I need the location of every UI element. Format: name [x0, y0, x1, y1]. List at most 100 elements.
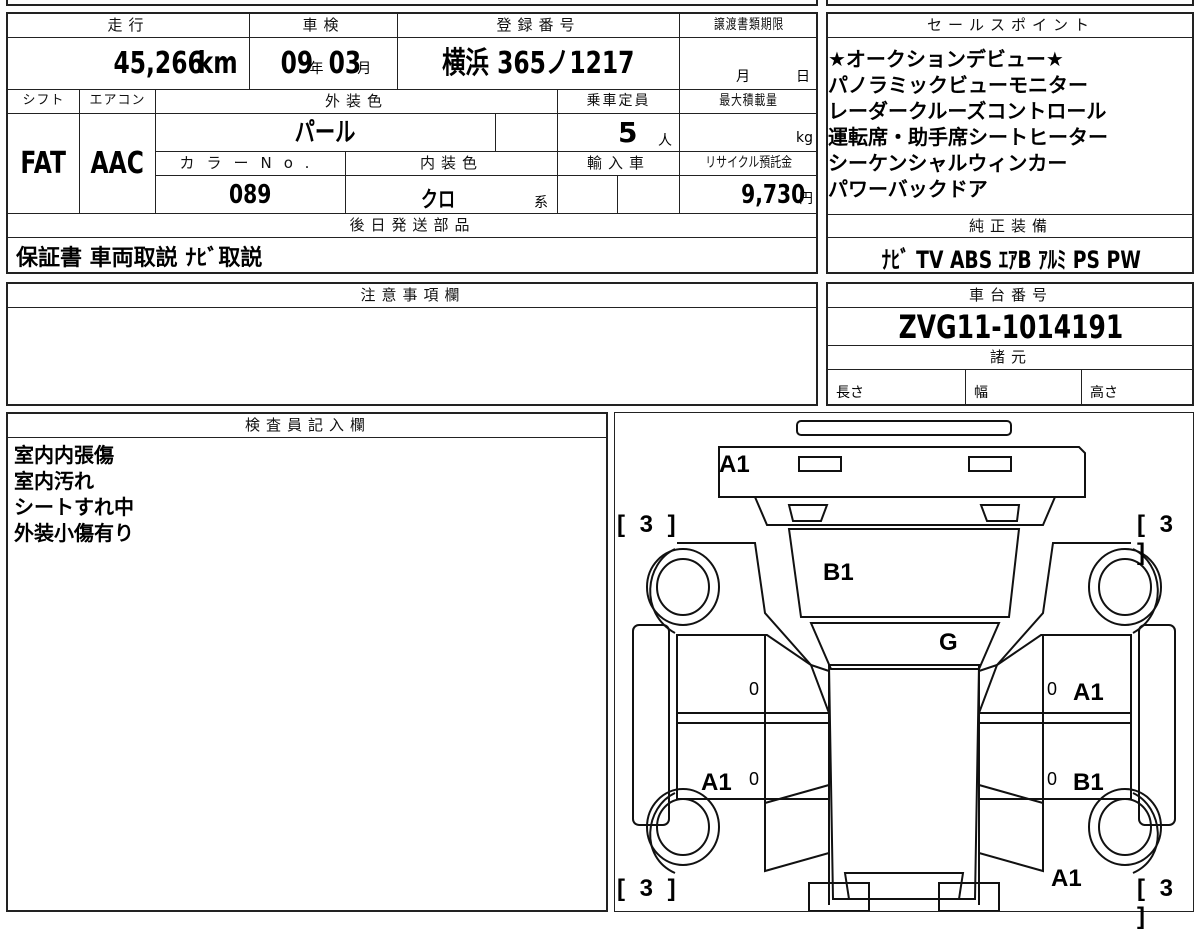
- import-header: 輸入車: [558, 152, 680, 176]
- mileage-unit: km: [197, 46, 238, 81]
- mark-right-front-door: A1: [1073, 679, 1104, 706]
- capacity-unit: 人: [658, 133, 672, 149]
- recycle-value: 9,730: [740, 180, 805, 210]
- recycle-header: リサイクル預託金: [680, 152, 818, 176]
- max-load-cell: kg: [680, 114, 818, 152]
- mark-left-rear-door: A1: [701, 769, 732, 796]
- sales-points-list: ★オークションデビュー★ パノラミックビューモニター レーダークルーズコントロー…: [828, 46, 1194, 202]
- interior-color-cell: クロ 系: [346, 176, 558, 214]
- later-parts-cell: 保証書 車両取説 ﾅﾋﾞ取説: [16, 240, 262, 272]
- tire-fr-rating: [ 3 ]: [1137, 511, 1178, 566]
- top-partial-row: [6, 0, 818, 6]
- tire-rl-rating: [ 3 ]: [617, 875, 680, 902]
- inspection-cell: 09年 03月: [250, 38, 398, 90]
- deadline-day: 日: [796, 69, 810, 85]
- later-parts-header: 後日発送部品: [8, 214, 818, 238]
- spec-width-label: 幅: [974, 385, 988, 401]
- deadline-cell: 月 日: [680, 38, 818, 90]
- registration-value: 横浜 365ノ1217: [442, 46, 635, 81]
- chassis-cell: ZVG11-1014191: [828, 308, 1194, 346]
- inspector-note: 室内汚れ: [14, 469, 94, 493]
- interior-color-suffix: 系: [534, 195, 548, 211]
- mileage-header: 走行: [8, 14, 250, 38]
- inspection-year: 09: [280, 46, 313, 81]
- mileage-cell: 45,266km: [8, 38, 250, 90]
- sales-point-item: ★オークションデビュー★: [828, 47, 1064, 71]
- zero-left-front: 0: [749, 679, 760, 699]
- mileage-value: 45,266: [113, 46, 204, 81]
- inspection-header: 車検: [250, 14, 398, 38]
- inspector-note: シートすれ中: [14, 495, 134, 519]
- inspector-note: 外装小傷有り: [14, 521, 134, 545]
- interior-color-value: クロ: [420, 188, 456, 213]
- max-load-header: 最大積載量: [680, 90, 818, 114]
- zero-right-rear: 0: [1047, 769, 1058, 789]
- inspection-month: 03: [328, 46, 361, 81]
- sales-point-item: パノラミックビューモニター: [828, 73, 1088, 97]
- deadline-month: 月: [736, 69, 750, 85]
- color-no-value: 089: [229, 180, 272, 210]
- shift-cell: FAT: [8, 114, 80, 214]
- spec-width-cell: 幅: [966, 370, 1082, 406]
- color-no-cell: 089: [156, 176, 346, 214]
- sales-points-header: セールスポイント: [828, 14, 1194, 38]
- zero-right-front: 0: [1047, 679, 1058, 699]
- mark-rear: A1: [1051, 865, 1082, 892]
- vehicle-info-table: 走行 車検 登録番号 譲渡書類期限 45,266km 09年 03月 横浜 365…: [6, 12, 818, 274]
- sales-point-item: シーケンシャルウィンカー: [828, 151, 1068, 175]
- car-outline-diagram: [632, 420, 1176, 911]
- mark-right-rear-door: B1: [1073, 769, 1104, 796]
- tire-rr-rating: [ 3 ]: [1137, 875, 1178, 930]
- exterior-color-value: パール: [295, 118, 356, 148]
- aircon-value: AAC: [90, 146, 145, 181]
- sales-point-item: パワーバックドア: [828, 177, 988, 201]
- mark-hood: B1: [823, 559, 854, 586]
- tire-fl-rating: [ 3 ]: [617, 511, 680, 538]
- top-partial-row-right: [826, 0, 1194, 6]
- import-cell-b: [618, 176, 680, 214]
- spec-length-cell: 長さ: [828, 370, 966, 406]
- capacity-value: 5: [618, 116, 638, 149]
- recycle-cell: 9,730円: [680, 176, 818, 214]
- aircon-cell: AAC: [80, 114, 156, 214]
- later-parts-value: 保証書 車両取説 ﾅﾋﾞ取説: [16, 246, 263, 271]
- car-diagram-box: A1 B1 G A1 A1 B1 A1 0 0 0 0 [ 3 ] [ 3 ] …: [614, 412, 1194, 930]
- interior-color-header: 内装色: [346, 152, 558, 176]
- sales-points-box: セールスポイント ★オークションデビュー★ パノラミックビューモニター レーダー…: [826, 12, 1194, 274]
- inspector-header: 検査員記入欄: [8, 414, 608, 438]
- registration-cell: 横浜 365ノ1217: [398, 38, 680, 90]
- inspector-box: 検査員記入欄 室内内張傷 室内汚れ シートすれ中 外装小傷有り: [6, 412, 608, 912]
- exterior-color-header: 外装色: [156, 90, 558, 114]
- inspector-note: 室内内張傷: [14, 443, 114, 467]
- spec-height-label: 高さ: [1090, 385, 1118, 401]
- capacity-header: 乗車定員: [558, 90, 680, 114]
- chassis-header: 車台番号: [828, 284, 1194, 308]
- specs-header: 諸元: [828, 346, 1194, 370]
- shift-value: FAT: [20, 146, 67, 181]
- aircon-header: エアコン: [80, 90, 156, 114]
- shift-header: シフト: [8, 90, 80, 114]
- sales-point-item: レーダークルーズコントロール: [828, 99, 1107, 123]
- spec-height-cell: 高さ: [1082, 370, 1194, 406]
- genuine-equipment-header: 純正装備: [828, 214, 1194, 238]
- genuine-equipment-cell: ﾅﾋﾞ TV ABS ｴｱB ｱﾙﾐ PS PW: [828, 240, 1194, 275]
- sales-point-item: 運転席・助手席シートヒーター: [828, 125, 1108, 149]
- chassis-box: 車台番号 ZVG11-1014191 諸元 長さ 幅 高さ: [826, 282, 1194, 406]
- mark-windshield: G: [939, 629, 958, 656]
- max-load-unit: kg: [796, 130, 813, 146]
- exterior-color-cell: パール: [156, 114, 496, 152]
- chassis-value: ZVG11-1014191: [898, 308, 1124, 346]
- spec-length-label: 長さ: [836, 385, 864, 401]
- deadline-header: 譲渡書類期限: [680, 14, 818, 38]
- notes-header: 注意事項欄: [8, 284, 818, 308]
- registration-header: 登録番号: [398, 14, 680, 38]
- import-cell-a: [558, 176, 618, 214]
- capacity-cell: 5 人: [558, 114, 680, 152]
- mark-front: A1: [719, 451, 750, 478]
- zero-left-rear: 0: [749, 769, 760, 789]
- genuine-equipment-value: ﾅﾋﾞ TV ABS ｴｱB ｱﾙﾐ PS PW: [881, 246, 1141, 274]
- exterior-color-extra: [496, 114, 558, 152]
- inspector-notes-list: 室内内張傷 室内汚れ シートすれ中 外装小傷有り: [14, 442, 134, 546]
- notes-box: 注意事項欄: [6, 282, 818, 406]
- color-no-header: カラーNo.: [156, 152, 346, 176]
